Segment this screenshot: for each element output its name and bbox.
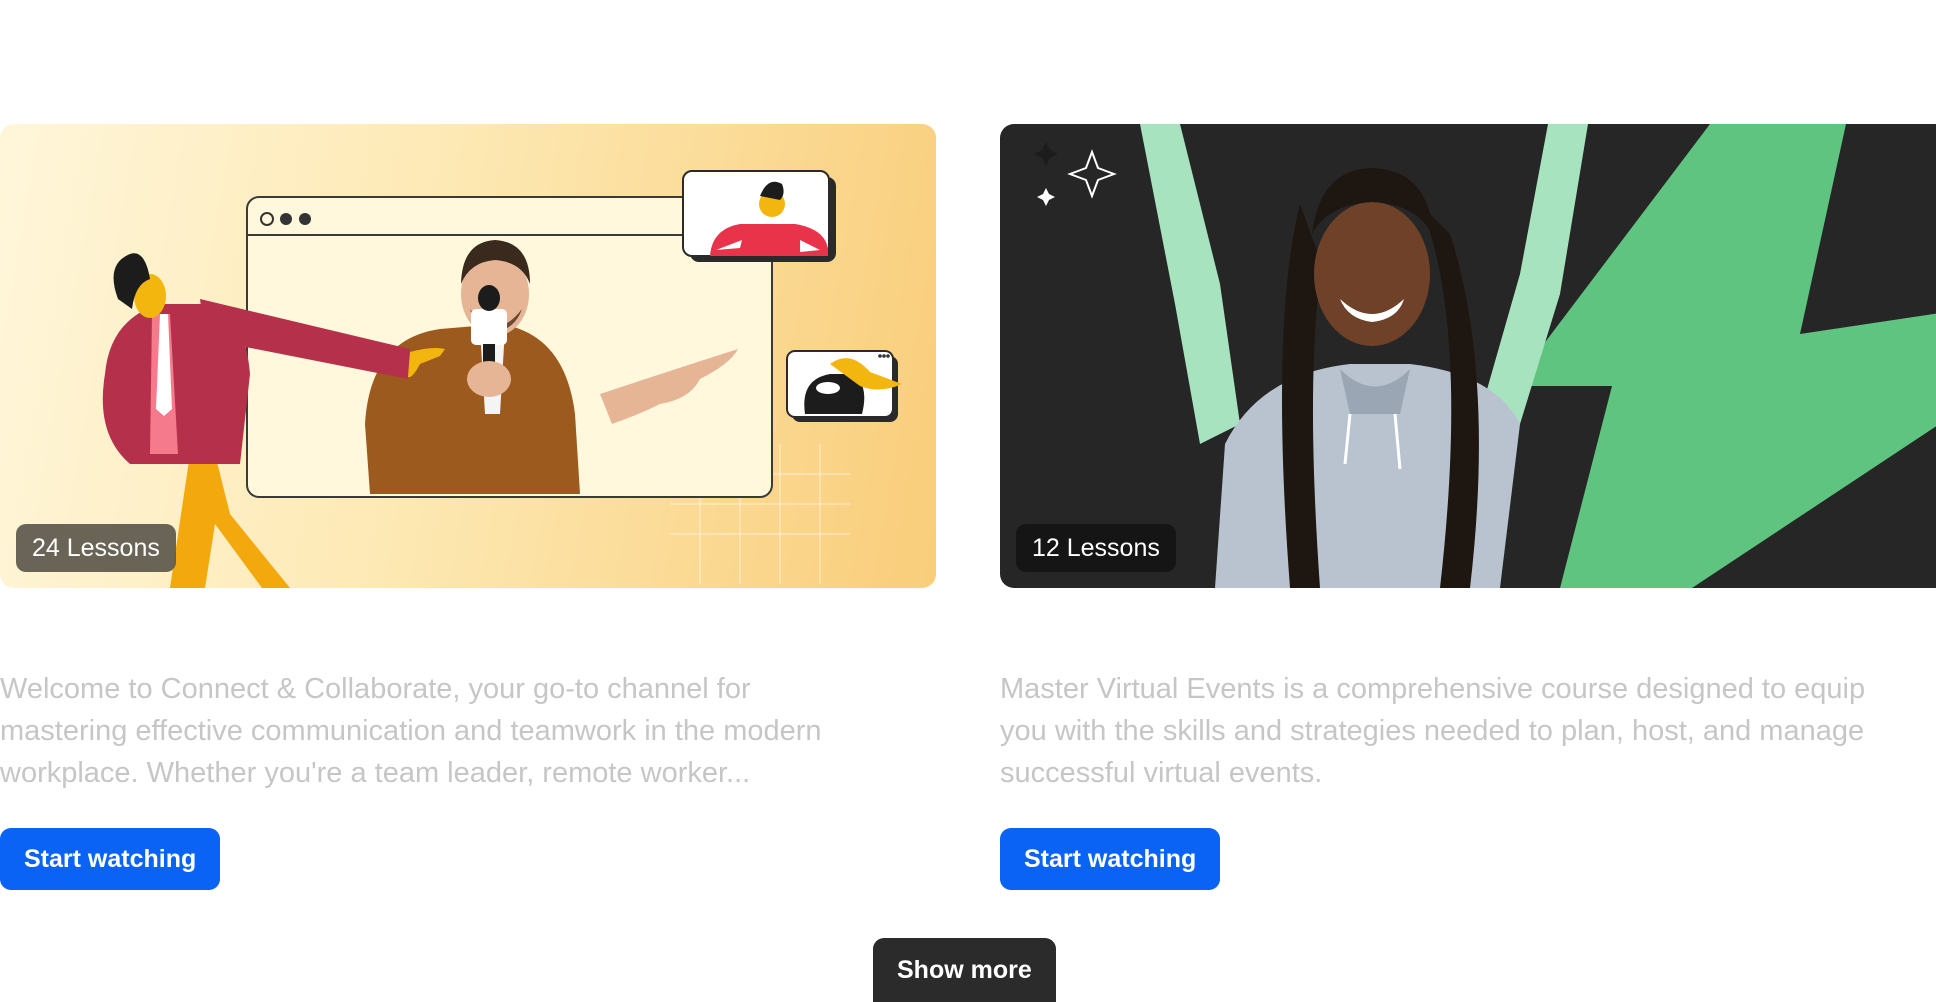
start-watching-button[interactable]: Start watching	[1000, 828, 1221, 890]
show-more-button[interactable]: Show more	[873, 938, 1056, 1002]
course-thumbnail[interactable]: 12 Lessons	[1000, 124, 1936, 588]
course-thumbnail[interactable]: 24 Lessons	[0, 124, 936, 588]
course-card-master-virtual-events: 12 Lessons Master Virtual Events is a co…	[1000, 124, 1936, 890]
course-description-line: Welcome to Connect & Collaborate, your g…	[0, 673, 751, 705]
course-description-line: Master Virtual Events is a comprehensive…	[1000, 673, 1866, 705]
thumbnail-illustration	[102, 170, 902, 588]
course-description-line: mastering effective communication and te…	[0, 715, 822, 747]
lessons-count-badge: 24 Lessons	[16, 524, 176, 572]
course-description: Welcome to Connect & Collaborate, your g…	[0, 668, 1000, 794]
course-card-connect-collaborate: 24 Lessons Welcome to Connect & Collabor…	[0, 124, 936, 890]
start-watching-button[interactable]: Start watching	[0, 828, 221, 890]
course-description-line: you with the skills and strategies neede…	[1000, 715, 1865, 747]
course-description: Master Virtual Events is a comprehensive…	[1000, 668, 1936, 794]
thumbnail-photo	[1034, 124, 1936, 588]
course-description-line: workplace. Whether you're a team leader,…	[0, 757, 751, 789]
lessons-count-badge: 12 Lessons	[1016, 524, 1176, 572]
course-list: 24 Lessons Welcome to Connect & Collabor…	[0, 0, 1936, 1002]
course-description-line: successful virtual events.	[1000, 757, 1323, 789]
